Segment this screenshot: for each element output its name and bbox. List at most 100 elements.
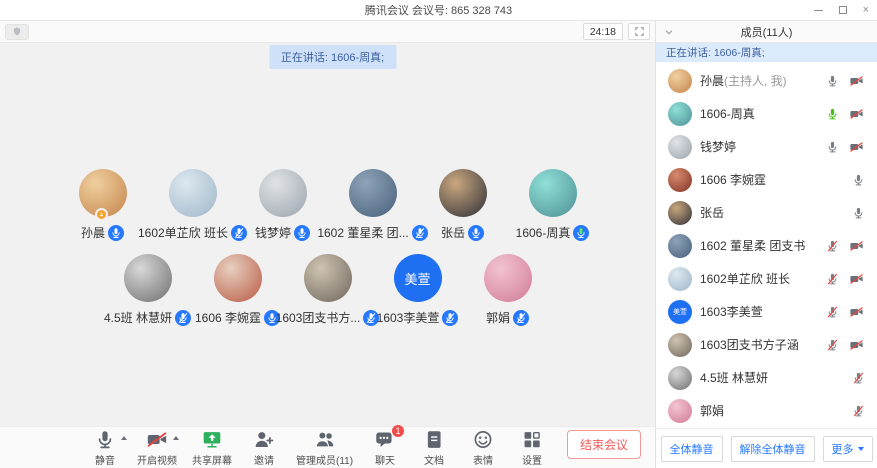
- participant-name: 1602单芷欣 班长: [138, 224, 228, 241]
- participant-label: 张岳: [441, 224, 484, 241]
- mic-status-icon: [573, 225, 589, 241]
- participant-avatar: [79, 169, 127, 217]
- member-status-icons: [852, 206, 865, 220]
- member-avatar: [668, 234, 692, 258]
- member-mic-icon[interactable]: [826, 239, 839, 253]
- toolbar-label: 开启视频: [137, 452, 177, 467]
- member-mic-icon[interactable]: [852, 404, 865, 418]
- panel-speaking-banner: 正在讲话: 1606-周真;: [656, 43, 877, 62]
- member-camera-off-icon[interactable]: [848, 338, 865, 352]
- toolbar-emoji[interactable]: 表情: [466, 429, 500, 467]
- toolbar-label: 文档: [424, 452, 444, 467]
- member-mic-icon[interactable]: [826, 305, 839, 319]
- participant-label: 钱梦婷: [255, 224, 310, 241]
- main-topbar: 24:18: [0, 21, 655, 43]
- member-row[interactable]: 1602单芷欣 班长: [656, 262, 877, 295]
- participant-tile[interactable]: 张岳: [418, 169, 508, 241]
- participant-avatar: 美萱: [394, 254, 442, 302]
- participant-label: 4.5班 林慧妍: [104, 309, 191, 326]
- member-row[interactable]: 郭娟: [656, 394, 877, 427]
- member-row[interactable]: 张岳: [656, 196, 877, 229]
- participant-tile[interactable]: 美萱 1603李美萱: [373, 254, 463, 326]
- participant-label: 1603李美萱: [377, 309, 459, 326]
- member-mic-icon[interactable]: [826, 74, 839, 88]
- member-mic-icon[interactable]: [852, 206, 865, 220]
- participant-tile[interactable]: 1606-周真: [508, 169, 598, 241]
- member-camera-off-icon[interactable]: [848, 272, 865, 286]
- participant-tile[interactable]: 孙晨: [58, 169, 148, 241]
- toolbar-start-video[interactable]: 开启视频: [137, 429, 177, 467]
- toolbar-docs[interactable]: 文档: [417, 429, 451, 467]
- participant-name: 1603李美萱: [377, 309, 440, 326]
- member-avatar: [668, 168, 692, 192]
- member-status-icons: [826, 338, 865, 352]
- participant-tile[interactable]: 4.5班 林慧妍: [103, 254, 193, 326]
- member-mic-icon[interactable]: [826, 140, 839, 154]
- member-camera-off-icon[interactable]: [848, 140, 865, 154]
- mic-status-icon: [294, 225, 310, 241]
- member-camera-off-icon[interactable]: [848, 239, 865, 253]
- participant-avatar: [349, 169, 397, 217]
- participant-name: 1602 董星柔 团...: [317, 224, 408, 241]
- participant-name: 1603团支书方...: [276, 309, 361, 326]
- members-icon: [314, 429, 336, 450]
- member-avatar: [668, 267, 692, 291]
- end-meeting-button[interactable]: 结束会议: [567, 430, 641, 459]
- video-grid-row-1: 孙晨 1602单芷欣 班长 钱梦婷 1602 董星柔 团... 张岳 1606-…: [0, 169, 655, 241]
- participant-tile[interactable]: 郭娟: [463, 254, 553, 326]
- participant-tile[interactable]: 钱梦婷: [238, 169, 328, 241]
- participant-avatar: [304, 254, 352, 302]
- member-status-icons: [826, 272, 865, 286]
- mic-status-icon: [175, 310, 191, 326]
- member-row[interactable]: 1603团支书方子涵: [656, 328, 877, 361]
- participant-tile[interactable]: 1603团支书方...: [283, 254, 373, 326]
- doc-icon: [423, 429, 445, 450]
- close-icon[interactable]: ×: [863, 5, 869, 16]
- fullscreen-icon[interactable]: [628, 23, 650, 40]
- member-row[interactable]: 孙晨(主持人, 我): [656, 64, 877, 97]
- member-avatar: [668, 135, 692, 159]
- member-name: 郭娟: [700, 402, 724, 419]
- participant-tile[interactable]: 1602 董星柔 团...: [328, 169, 418, 241]
- participant-tile[interactable]: 1606 李婉霆: [193, 254, 283, 326]
- member-camera-off-icon[interactable]: [848, 107, 865, 121]
- mute-all-button[interactable]: 全体静音: [661, 436, 723, 462]
- dropdown-arrow-icon: [858, 447, 864, 451]
- member-row[interactable]: 4.5班 林慧妍: [656, 361, 877, 394]
- expand-arrow-icon[interactable]: [173, 436, 179, 440]
- participant-tile[interactable]: 1602单芷欣 班长: [148, 169, 238, 241]
- avatar-initials: 美萱: [404, 269, 430, 288]
- toolbar-invite[interactable]: 邀请: [247, 429, 281, 467]
- member-avatar: [668, 333, 692, 357]
- minimize-icon[interactable]: [814, 10, 823, 11]
- member-role-tag: (主持人, 我): [724, 74, 787, 88]
- member-row[interactable]: 1606 李婉霆: [656, 163, 877, 196]
- member-mic-icon[interactable]: [852, 173, 865, 187]
- member-mic-icon[interactable]: [826, 338, 839, 352]
- member-row[interactable]: 钱梦婷: [656, 130, 877, 163]
- toolbar-chat[interactable]: 1聊天: [368, 429, 402, 467]
- member-row[interactable]: 1606-周真: [656, 97, 877, 130]
- shield-icon[interactable]: [5, 24, 29, 40]
- toolbar-share-screen[interactable]: 共享屏幕: [192, 429, 232, 467]
- member-mic-icon[interactable]: [826, 107, 839, 121]
- maximize-icon[interactable]: [839, 6, 847, 14]
- member-mic-icon[interactable]: [852, 371, 865, 385]
- more-button[interactable]: 更多: [823, 436, 873, 462]
- member-name: 1606-周真: [700, 105, 755, 122]
- toolbar-manage-members[interactable]: 管理成员(11): [296, 429, 353, 467]
- video-stage: 24:18 正在讲话: 1606-周真; 孙晨 1602单芷欣 班长 钱梦婷 1…: [0, 21, 655, 468]
- chevron-down-icon[interactable]: [664, 27, 674, 40]
- member-row[interactable]: 美萱1603李美萱: [656, 295, 877, 328]
- unmute-all-button[interactable]: 解除全体静音: [731, 436, 815, 462]
- member-camera-off-icon[interactable]: [848, 305, 865, 319]
- members-panel-header: 成员(11人): [656, 21, 877, 43]
- member-mic-icon[interactable]: [826, 272, 839, 286]
- toolbar-settings[interactable]: 设置: [515, 429, 549, 467]
- avatar-initials: 美萱: [673, 307, 687, 317]
- member-avatar: [668, 102, 692, 126]
- toolbar-mute[interactable]: 静音: [88, 429, 122, 467]
- expand-arrow-icon[interactable]: [121, 436, 127, 440]
- member-camera-off-icon[interactable]: [848, 74, 865, 88]
- member-row[interactable]: 1602 董星柔 团支书: [656, 229, 877, 262]
